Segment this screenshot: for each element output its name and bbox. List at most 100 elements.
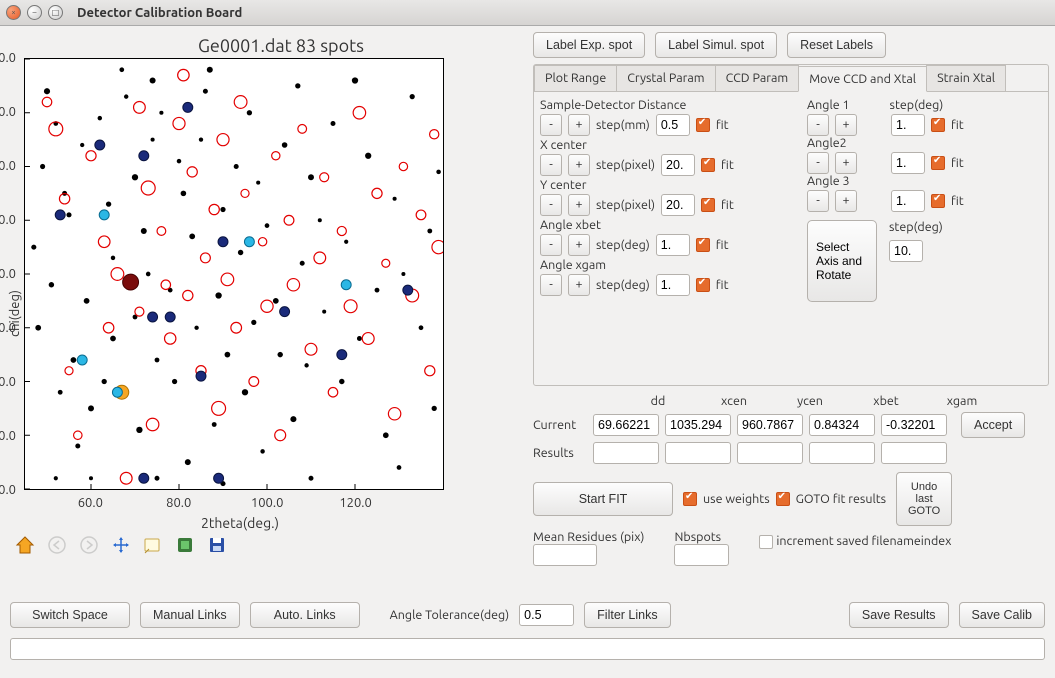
xbet-fit-label: fit — [716, 238, 729, 252]
window-minimize-icon[interactable]: – — [27, 5, 42, 20]
xcenter-minus-button[interactable]: - — [540, 154, 562, 176]
window-titlebar: × – □ Detector Calibration Board — [0, 0, 1055, 26]
manual-links-button[interactable]: Manual Links — [140, 602, 240, 628]
angle1-stepdeg-label: step(deg) — [890, 98, 944, 112]
window-title: Detector Calibration Board — [77, 6, 242, 20]
angle1-label: Angle 1 — [807, 98, 850, 112]
xgam-fit-label: fit — [716, 278, 729, 292]
results-label: Results — [533, 446, 587, 460]
ycenter-fit-checkbox[interactable] — [701, 198, 715, 212]
switch-space-button[interactable]: Switch Space — [10, 602, 130, 628]
results-dd-input[interactable] — [593, 442, 659, 464]
current-ycen-input[interactable] — [737, 414, 803, 436]
xgam-step-input[interactable] — [656, 274, 690, 296]
tab-strain-xtal[interactable]: Strain Xtal — [926, 65, 1006, 91]
results-xbet-input[interactable] — [809, 442, 875, 464]
reset-labels-button[interactable]: Reset Labels — [787, 32, 886, 58]
dist-fit-label: fit — [716, 118, 729, 132]
angle2-fit-label: fit — [951, 156, 964, 170]
use-weights-checkbox[interactable] — [683, 492, 697, 506]
current-xbet-input[interactable] — [809, 414, 875, 436]
xcenter-fit-checkbox[interactable] — [701, 158, 715, 172]
back-icon[interactable] — [46, 534, 68, 556]
current-dd-input[interactable] — [593, 414, 659, 436]
rotate-stepdeg-label: step(deg) — [889, 220, 943, 234]
start-fit-button[interactable]: Start FIT — [533, 482, 673, 516]
xcenter-label: X center — [540, 138, 775, 152]
xgam-minus-button[interactable]: - — [540, 274, 562, 296]
tab-plot-range[interactable]: Plot Range — [534, 65, 617, 91]
xgam-fit-checkbox[interactable] — [696, 278, 710, 292]
angle-tol-input[interactable] — [519, 604, 574, 626]
home-icon[interactable] — [14, 534, 36, 556]
xbet-step-label: step(deg) — [596, 238, 650, 252]
xgam-plus-button[interactable]: + — [568, 274, 590, 296]
xbet-minus-button[interactable]: - — [540, 234, 562, 256]
ycenter-label: Y center — [540, 178, 775, 192]
col-ycen: ycen — [775, 394, 845, 408]
scatter-plot[interactable] — [24, 58, 444, 490]
mean-residues-label: Mean Residues (pix) — [533, 530, 644, 544]
save-icon[interactable] — [206, 534, 228, 556]
current-xcen-input[interactable] — [665, 414, 731, 436]
tab-ccd-param[interactable]: CCD Param — [715, 65, 800, 91]
angle1-minus-button[interactable]: - — [807, 114, 829, 136]
forward-icon[interactable] — [78, 534, 100, 556]
select-axis-rotate-button[interactable]: Select Axis and Rotate — [807, 220, 877, 302]
window-maximize-icon[interactable]: □ — [48, 5, 63, 20]
label-exp-spot-button[interactable]: Label Exp. spot — [533, 32, 645, 58]
rotate-step-input[interactable] — [889, 240, 923, 262]
angle1-step-input[interactable] — [891, 114, 925, 136]
save-calib-button[interactable]: Save Calib — [959, 602, 1045, 628]
angle3-minus-button[interactable]: - — [807, 190, 829, 212]
dist-step-input[interactable] — [656, 114, 690, 136]
dist-fit-checkbox[interactable] — [696, 118, 710, 132]
angle2-label: Angle2 — [807, 136, 1042, 150]
xbet-step-input[interactable] — [656, 234, 690, 256]
current-xgam-input[interactable] — [881, 414, 947, 436]
increment-checkbox[interactable] — [759, 535, 773, 549]
filter-links-button[interactable]: Filter Links — [584, 602, 670, 628]
tab-crystal-param[interactable]: Crystal Param — [616, 65, 715, 91]
auto-links-button[interactable]: Auto. Links — [250, 602, 360, 628]
nbspots-input[interactable] — [674, 544, 729, 566]
tab-move-ccd-xtal[interactable]: Move CCD and Xtal — [798, 66, 927, 92]
zoom-icon[interactable] — [142, 534, 164, 556]
dist-plus-button[interactable]: + — [568, 114, 590, 136]
xbet-label: Angle xbet — [540, 218, 775, 232]
xcenter-step-input[interactable] — [661, 154, 695, 176]
ycenter-minus-button[interactable]: - — [540, 194, 562, 216]
col-xgam: xgam — [927, 394, 997, 408]
col-xcen: xcen — [699, 394, 769, 408]
save-results-button[interactable]: Save Results — [849, 602, 949, 628]
dist-minus-button[interactable]: - — [540, 114, 562, 136]
window-close-icon[interactable]: × — [6, 5, 21, 20]
use-weights-label: use weights — [703, 492, 770, 506]
undo-goto-button[interactable]: Undo last GOTO — [896, 472, 952, 526]
label-simul-spot-button[interactable]: Label Simul. spot — [655, 32, 777, 58]
xbet-fit-checkbox[interactable] — [696, 238, 710, 252]
goto-fit-checkbox[interactable] — [776, 492, 790, 506]
xcenter-plus-button[interactable]: + — [568, 154, 590, 176]
angle3-plus-button[interactable]: + — [835, 190, 857, 212]
angle3-fit-label: fit — [951, 194, 964, 208]
accept-button[interactable]: Accept — [961, 412, 1025, 438]
mean-residues-input[interactable] — [533, 544, 597, 566]
angle2-minus-button[interactable]: - — [807, 152, 829, 174]
angle2-step-input[interactable] — [891, 152, 925, 174]
results-ycen-input[interactable] — [737, 442, 803, 464]
results-xcen-input[interactable] — [665, 442, 731, 464]
ycenter-step-input[interactable] — [661, 194, 695, 216]
pan-icon[interactable] — [110, 534, 132, 556]
nbspots-label: Nbspots — [674, 530, 721, 544]
angle2-fit-checkbox[interactable] — [931, 156, 945, 170]
angle1-plus-button[interactable]: + — [835, 114, 857, 136]
angle3-fit-checkbox[interactable] — [931, 194, 945, 208]
angle2-plus-button[interactable]: + — [835, 152, 857, 174]
angle1-fit-checkbox[interactable] — [931, 118, 945, 132]
ycenter-plus-button[interactable]: + — [568, 194, 590, 216]
angle3-step-input[interactable] — [891, 190, 925, 212]
results-xgam-input[interactable] — [881, 442, 947, 464]
preferences-icon[interactable] — [174, 534, 196, 556]
xbet-plus-button[interactable]: + — [568, 234, 590, 256]
